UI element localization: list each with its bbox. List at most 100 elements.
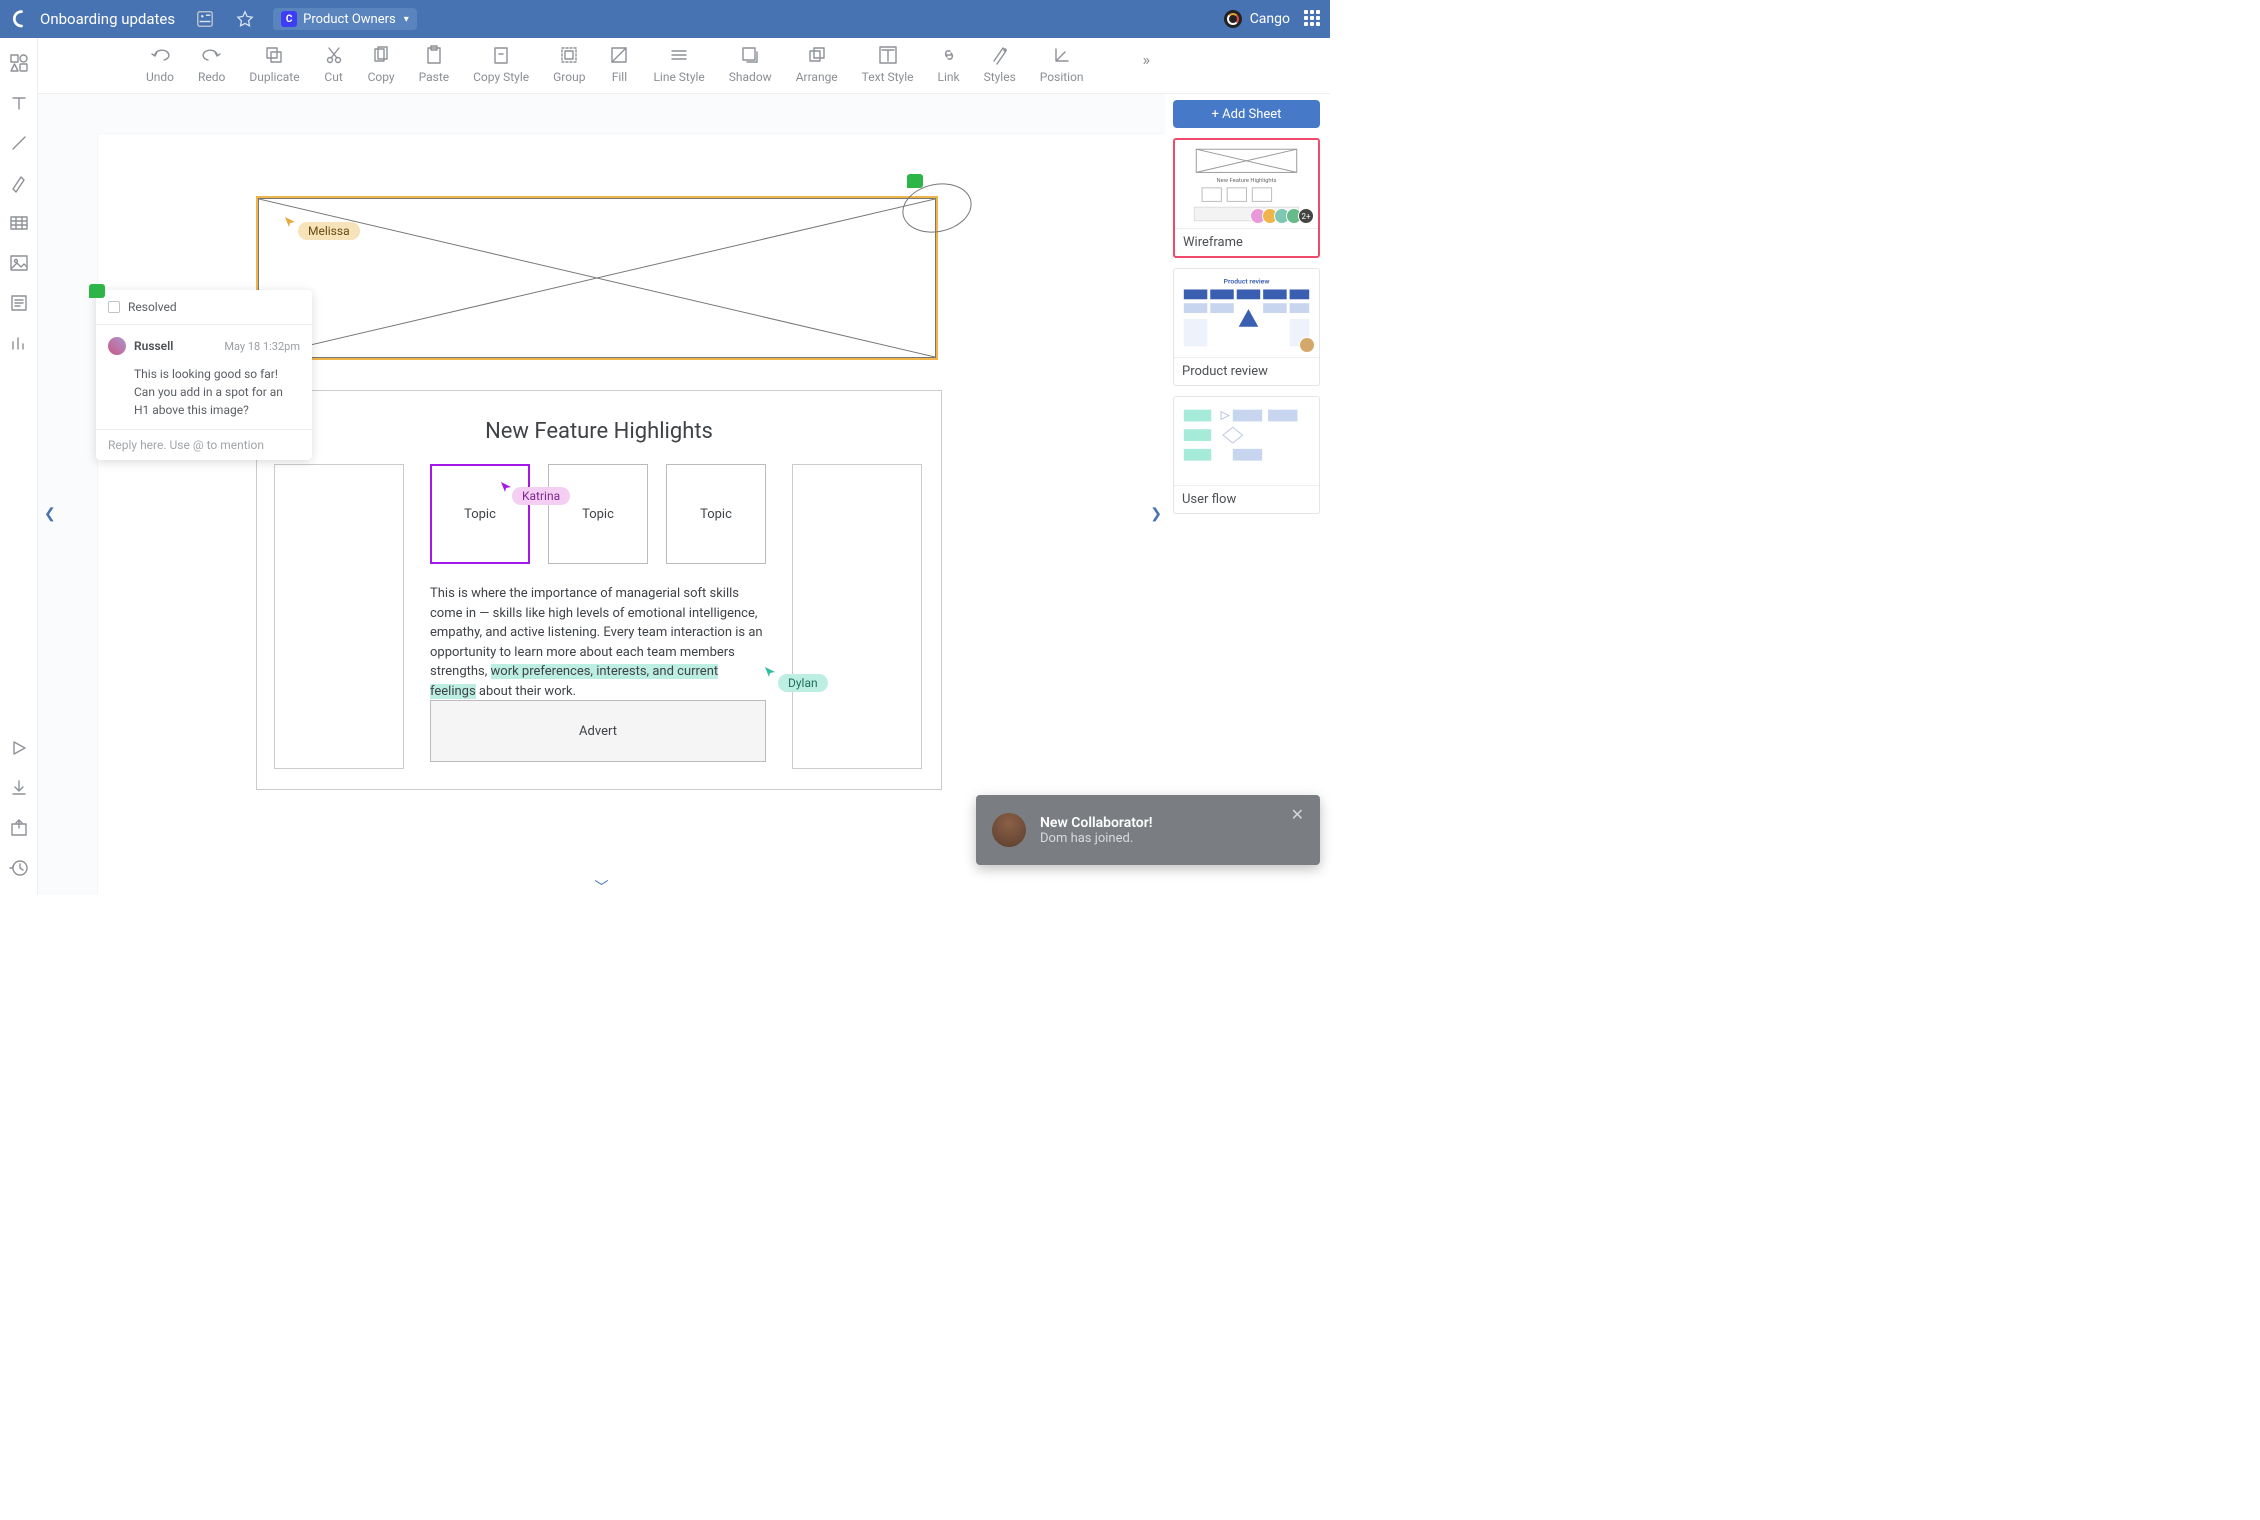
line-style-icon: [669, 42, 689, 68]
copy-icon: [371, 42, 391, 68]
left-column-placeholder[interactable]: [274, 464, 404, 769]
team-selector[interactable]: C Product Owners ▾: [273, 8, 417, 30]
sheet-thumb: Product review: [1174, 269, 1319, 357]
toolbar-line-style[interactable]: Line Style: [641, 42, 716, 84]
app-logo-icon[interactable]: [8, 8, 26, 30]
sheet-card-product-review[interactable]: Product review Product review: [1173, 268, 1320, 386]
left-tool-rail: [0, 38, 38, 895]
shadow-icon: [740, 42, 760, 68]
comment-timestamp: May 18 1:32pm: [224, 340, 300, 353]
cursor-label: Dylan: [778, 674, 828, 692]
text-style-icon: [878, 42, 898, 68]
collaborator-cursor-dylan: Dylan: [766, 674, 828, 692]
canvas[interactable]: ❮ ❯ ﹀ Resolved Russell May 18 1:32pm Thi…: [38, 94, 1165, 895]
sheet-card-user-flow[interactable]: User flow: [1173, 396, 1320, 514]
close-icon[interactable]: ✕: [1291, 805, 1304, 824]
section-title: New Feature Highlights: [257, 419, 941, 444]
brand-link[interactable]: Cango: [1224, 10, 1290, 28]
redo-icon: [202, 42, 222, 68]
toolbar-copy[interactable]: Copy: [356, 42, 407, 84]
sheet-label: Wireframe: [1175, 228, 1318, 256]
expand-down-icon[interactable]: ﹀: [595, 877, 609, 895]
toast-avatar-icon: [992, 813, 1026, 847]
cursor-label: Katrina: [512, 487, 570, 505]
next-sheet-icon[interactable]: ❯: [1150, 506, 1162, 522]
cursor-label: Melissa: [298, 222, 360, 240]
presence-avatars: 2+: [1254, 208, 1314, 224]
svg-text:New Feature Highlights: New Feature Highlights: [1217, 178, 1277, 184]
play-icon[interactable]: [6, 735, 32, 761]
toolbar-copy-style[interactable]: Copy Style: [461, 42, 541, 84]
presence-avatars: [1303, 337, 1315, 353]
table-tool-icon[interactable]: [6, 210, 32, 236]
toolbar-cut[interactable]: Cut: [312, 42, 356, 84]
toolbar-text-style[interactable]: Text Style: [850, 42, 926, 84]
apps-grid-icon[interactable]: [1304, 10, 1322, 28]
link-icon: [939, 42, 959, 68]
line-tool-icon[interactable]: [6, 130, 32, 156]
card-view-icon[interactable]: [195, 9, 215, 29]
sheets-panel: + Add Sheet New Feature Highlights 2+ Wi…: [1165, 94, 1330, 895]
chart-tool-icon[interactable]: [6, 330, 32, 356]
sheet-thumb: New Feature Highlights 2+: [1175, 140, 1318, 228]
team-badge-icon: C: [281, 11, 297, 27]
brand-logo-icon: [1224, 10, 1242, 28]
image-tool-icon[interactable]: [6, 250, 32, 276]
toolbar-link[interactable]: Link: [925, 42, 971, 84]
right-column-placeholder[interactable]: [792, 464, 922, 769]
comment-body: This is looking good so far! Can you add…: [134, 365, 300, 419]
fill-icon: [609, 42, 629, 68]
topic-box-3[interactable]: Topic: [666, 464, 766, 564]
document-title[interactable]: Onboarding updates: [40, 10, 175, 28]
resolved-checkbox[interactable]: [108, 301, 120, 313]
chevron-down-icon: ▾: [404, 14, 409, 25]
download-icon[interactable]: [6, 775, 32, 801]
toast-title: New Collaborator!: [1040, 815, 1152, 831]
toolbar-paste[interactable]: Paste: [407, 42, 462, 84]
share-icon[interactable]: [6, 815, 32, 841]
star-icon[interactable]: [235, 9, 255, 29]
add-sheet-button[interactable]: + Add Sheet: [1173, 100, 1320, 128]
paste-icon: [424, 42, 444, 68]
comment-reply-input[interactable]: Reply here. Use @ to mention: [96, 429, 312, 460]
app-header: Onboarding updates C Product Owners ▾ Ca…: [0, 0, 1330, 38]
comment-pin-icon[interactable]: [907, 174, 923, 188]
body-paragraph[interactable]: This is where the importance of manageri…: [430, 584, 766, 701]
styles-icon: [990, 42, 1010, 68]
toolbar-undo[interactable]: Undo: [46, 42, 186, 84]
toolbar-shadow[interactable]: Shadow: [717, 42, 784, 84]
toolbar-arrange[interactable]: Arrange: [784, 42, 850, 84]
toolbar-more-icon[interactable]: »: [1143, 50, 1151, 69]
pen-tool-icon[interactable]: [6, 170, 32, 196]
sheet-thumb: [1174, 397, 1319, 485]
hero-image-placeholder[interactable]: [258, 198, 936, 358]
topic-box-2[interactable]: Topic: [548, 464, 648, 564]
toolbar-redo[interactable]: Redo: [186, 42, 237, 84]
action-toolbar: Undo Redo Duplicate Cut Copy Paste Copy …: [38, 38, 1330, 94]
resolved-label: Resolved: [128, 300, 177, 314]
toolbar-fill[interactable]: Fill: [597, 42, 641, 84]
prev-sheet-icon[interactable]: ❮: [44, 506, 56, 522]
topic-box-1[interactable]: Topic: [430, 464, 530, 564]
comment-marker-icon: [89, 284, 105, 298]
toolbar-position[interactable]: Position: [1028, 42, 1096, 84]
cut-icon: [324, 42, 344, 68]
shapes-tool-icon[interactable]: [6, 50, 32, 76]
text-tool-icon[interactable]: [6, 90, 32, 116]
duplicate-icon: [264, 42, 284, 68]
note-tool-icon[interactable]: [6, 290, 32, 316]
cursor-icon: [764, 666, 776, 678]
arrange-icon: [807, 42, 827, 68]
toolbar-styles[interactable]: Styles: [972, 42, 1028, 84]
toast-body: Dom has joined.: [1040, 831, 1152, 846]
toolbar-duplicate[interactable]: Duplicate: [237, 42, 311, 84]
svg-text:Product review: Product review: [1224, 278, 1270, 286]
sheet-card-wireframe[interactable]: New Feature Highlights 2+ Wireframe: [1173, 138, 1320, 258]
main-area: Undo Redo Duplicate Cut Copy Paste Copy …: [38, 38, 1330, 895]
copy-style-icon: [491, 42, 511, 68]
toolbar-group[interactable]: Group: [541, 42, 597, 84]
cursor-icon: [284, 216, 296, 228]
brand-name: Cango: [1250, 11, 1290, 27]
history-icon[interactable]: [6, 855, 32, 881]
advert-placeholder[interactable]: Advert: [430, 700, 766, 762]
